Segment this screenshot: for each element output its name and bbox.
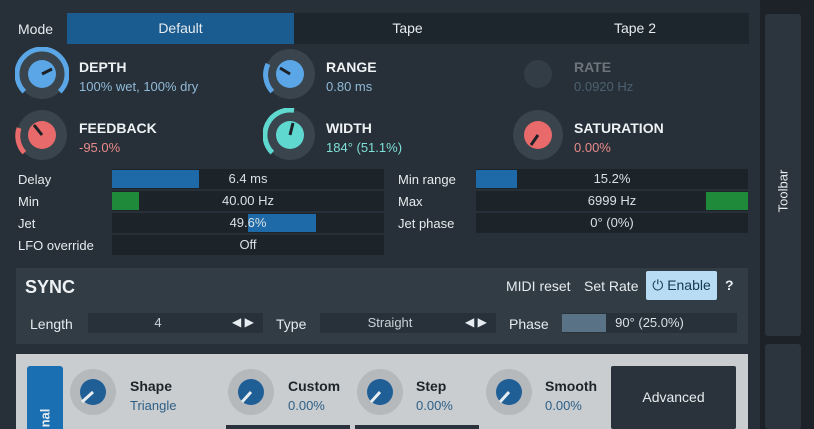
phase-slider[interactable]: 90° (25.0%): [562, 313, 737, 333]
custom-name: Custom: [288, 378, 341, 394]
advanced-button[interactable]: Advanced: [611, 366, 736, 429]
lfo-override-label: LFO override: [18, 238, 94, 253]
delay-label: Delay: [18, 172, 52, 187]
rate-knob: [524, 60, 552, 88]
type-value: Straight: [367, 315, 413, 330]
rate-name: RATE: [574, 59, 612, 75]
jet-phase-slider[interactable]: 0° (0%): [476, 213, 748, 233]
step-knob[interactable]: [355, 367, 405, 417]
depth-value: 100% wet, 100% dry: [79, 79, 199, 94]
phase-value: 90° (25.0%): [615, 315, 684, 330]
lfo-override-value: Off: [239, 237, 257, 252]
jet-slider[interactable]: 49.6%: [112, 213, 384, 233]
length-label: Length: [30, 316, 73, 332]
mode-tab-tape[interactable]: Tape: [294, 13, 521, 44]
custom-knob[interactable]: [226, 367, 276, 417]
depth-name: DEPTH: [79, 59, 127, 75]
min-range-label: Min range: [398, 172, 456, 187]
width-knob[interactable]: [263, 108, 317, 162]
jet-phase-value: 0° (0%): [590, 215, 634, 230]
depth-knob[interactable]: [15, 47, 69, 101]
jet-label: Jet: [18, 216, 36, 231]
type-field[interactable]: Straight ◀ ▶: [320, 313, 496, 333]
shape-value: Triangle: [130, 398, 177, 413]
feedback-value: -95.0%: [79, 140, 121, 155]
max-value: 6999 Hz: [587, 193, 637, 208]
type-arrows-icon[interactable]: ◀ ▶: [465, 315, 487, 329]
rate-value: 0.0920 Hz: [574, 79, 634, 94]
phase-label: Phase: [509, 316, 549, 332]
set-rate-button[interactable]: Set Rate: [584, 278, 638, 294]
shape-knob[interactable]: [68, 367, 118, 417]
range-name: RANGE: [326, 59, 377, 75]
toolbar-label: Toolbar: [775, 169, 791, 213]
lfo-side-tab[interactable]: nal: [27, 366, 63, 429]
step-value: 0.00%: [416, 398, 453, 413]
min-value: 40.00 Hz: [221, 193, 275, 208]
midi-reset-button[interactable]: MIDI reset: [506, 278, 571, 294]
delay-slider[interactable]: 6.4 ms: [112, 169, 384, 189]
saturation-name: SATURATION: [574, 120, 664, 136]
range-value: 0.80 ms: [326, 79, 373, 94]
delay-value: 6.4 ms: [228, 171, 268, 186]
length-value: 4: [154, 315, 162, 330]
help-button[interactable]: ?: [725, 277, 734, 293]
range-knob[interactable]: [263, 47, 317, 101]
toolbar-secondary[interactable]: [765, 344, 801, 429]
enable-label: Enable: [667, 277, 711, 293]
length-arrows-icon[interactable]: ◀ ▶: [232, 315, 254, 329]
jet-phase-label: Jet phase: [398, 216, 455, 231]
mode-tab-tape-2[interactable]: Tape 2: [521, 13, 749, 44]
type-label: Type: [276, 316, 307, 332]
saturation-value: 0.00%: [574, 140, 611, 155]
jet-value: 49.6%: [229, 215, 267, 230]
enable-button[interactable]: ⏻ Enable: [646, 271, 717, 300]
min-range-value: 15.2%: [593, 171, 631, 186]
min-slider[interactable]: 40.00 Hz: [112, 191, 384, 211]
smooth-value: 0.00%: [545, 398, 582, 413]
mode-label: Mode: [18, 21, 54, 37]
shape-name: Shape: [130, 378, 173, 394]
min-label: Min: [18, 194, 39, 209]
smooth-name: Smooth: [545, 378, 598, 394]
mode-tabs: Default Tape Tape 2: [67, 13, 749, 44]
power-icon: ⏻: [652, 277, 668, 293]
mode-tab-default[interactable]: Default: [67, 13, 294, 44]
feedback-name: FEEDBACK: [79, 120, 157, 136]
sync-title: SYNC: [25, 277, 76, 297]
step-editor-edge: [355, 425, 479, 429]
saturation-knob[interactable]: [511, 108, 565, 162]
toolbar-panel[interactable]: Toolbar: [765, 14, 801, 336]
max-label: Max: [398, 194, 423, 209]
custom-value: 0.00%: [288, 398, 325, 413]
lfo-override-selector[interactable]: Off: [112, 235, 384, 255]
max-slider[interactable]: 6999 Hz: [476, 191, 748, 211]
lfo-side-tab-label: nal: [37, 408, 53, 428]
custom-editor-edge: [226, 425, 350, 429]
step-name: Step: [416, 378, 447, 394]
min-range-slider[interactable]: 15.2%: [476, 169, 748, 189]
width-value: 184° (51.1%): [326, 140, 403, 155]
width-name: WIDTH: [326, 120, 372, 136]
length-field[interactable]: 4 ◀ ▶: [88, 313, 263, 333]
smooth-knob[interactable]: [484, 367, 534, 417]
feedback-knob[interactable]: [15, 108, 69, 162]
